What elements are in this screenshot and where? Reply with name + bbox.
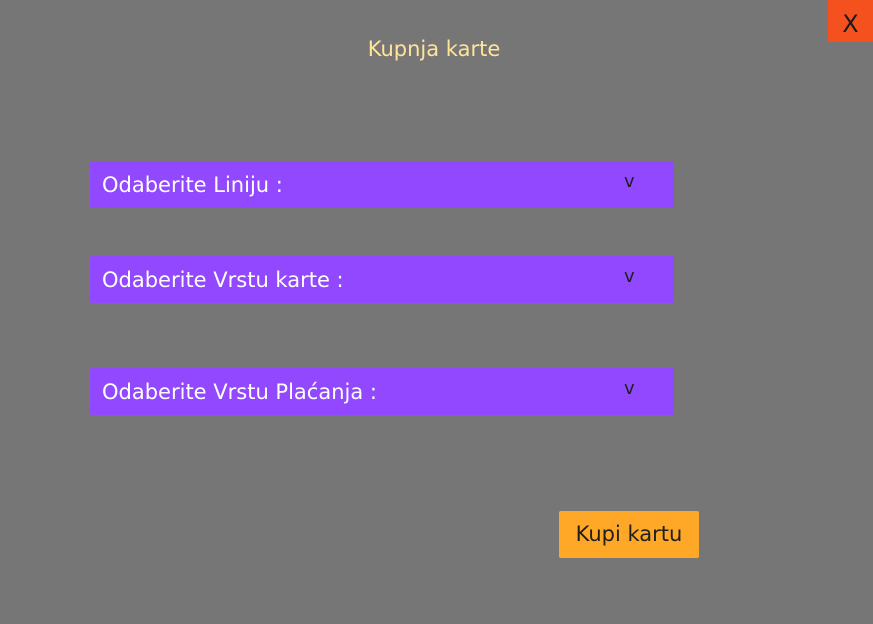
chevron-down-icon: v bbox=[624, 171, 635, 192]
payment-type-select-label: Odaberite Vrstu Plaćanja : bbox=[102, 380, 377, 404]
buy-ticket-button[interactable]: Kupi kartu bbox=[559, 511, 699, 558]
close-button[interactable]: X bbox=[828, 0, 873, 42]
chevron-down-icon: v bbox=[624, 378, 635, 399]
ticket-type-select-label: Odaberite Vrstu karte : bbox=[102, 268, 344, 292]
ticket-type-select[interactable]: Odaberite Vrstu karte : v bbox=[90, 256, 674, 303]
chevron-down-icon: v bbox=[624, 266, 635, 287]
page-title: Kupnja karte bbox=[367, 37, 501, 61]
line-select-label: Odaberite Liniju : bbox=[102, 173, 283, 197]
payment-type-select[interactable]: Odaberite Vrstu Plaćanja : v bbox=[90, 368, 674, 415]
line-select[interactable]: Odaberite Liniju : v bbox=[90, 161, 674, 208]
